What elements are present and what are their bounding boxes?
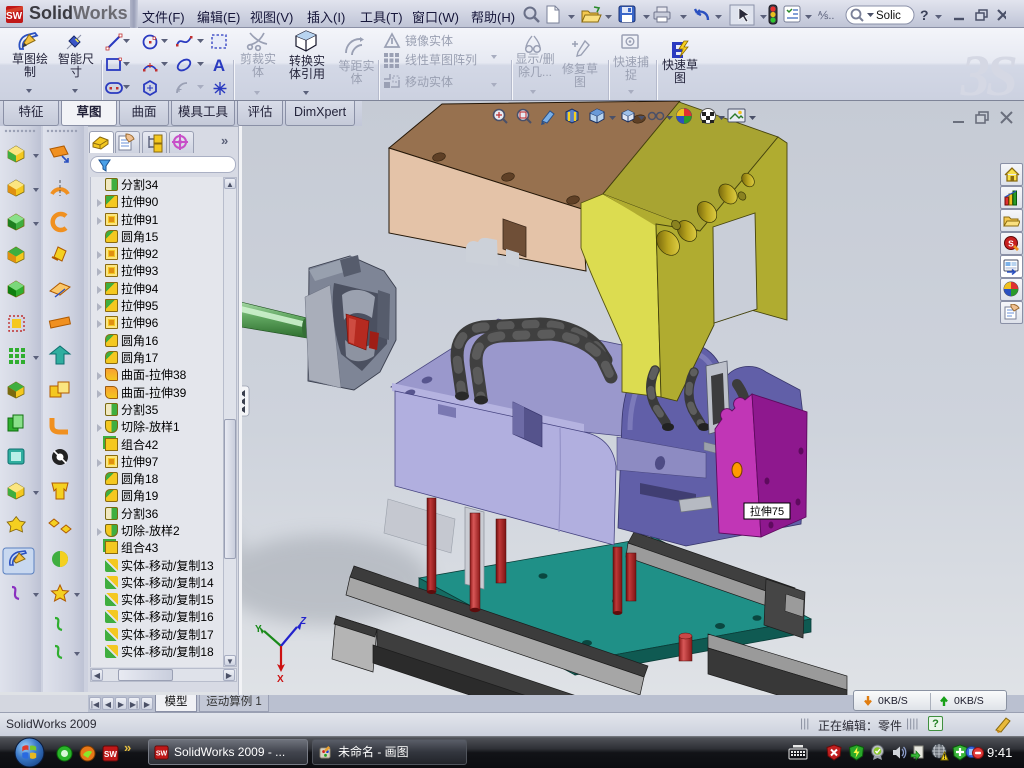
svg-text:⅍..: ⅍.. [817,10,834,22]
svg-text:SW: SW [156,751,168,758]
svg-text:X: X [277,674,284,685]
svg-text:A: A [213,56,225,75]
svg-text:!: ! [943,754,945,761]
svg-text:Solic: Solic [876,10,901,22]
svg-text:?: ? [920,7,929,23]
svg-text:Z: Z [299,616,307,627]
svg-text:SW: SW [6,11,23,22]
svg-text:拉伸75: 拉伸75 [750,504,784,518]
svg-text:Y: Y [255,624,262,635]
svg-text:SW: SW [104,750,117,759]
